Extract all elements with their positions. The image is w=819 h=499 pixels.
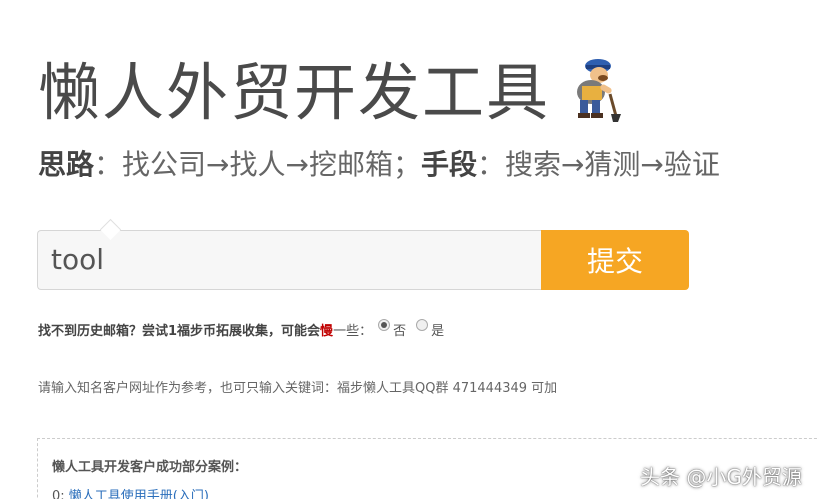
radio-yes-label: 是 [431,324,445,339]
tagline-label-approach: 思路 [38,148,95,181]
submit-button[interactable]: 提交 [541,230,689,290]
search-input-value: tool [51,243,105,276]
page-title: 懒人外贸开发工具 [38,56,551,129]
option-suffix: 一些： [333,324,373,339]
case-index: 0: [52,489,69,499]
tagline-text-means: ：搜索→猜测→验证 [476,148,720,181]
expand-collect-option: 找不到历史邮箱？尝试1福步币拓展收集，可能会慢一些： 否 是 [38,318,448,339]
tagline-text-approach: ：找公司→找人→挖邮箱； [94,148,421,181]
page: 懒人外贸开发工具 思路：找公司→找人→挖邮箱；手段：搜索→猜测→验证 tool … [0,0,819,499]
tagline-label-means: 手段 [420,148,477,181]
tagline: 思路：找公司→找人→挖邮箱；手段：搜索→猜测→验证 [38,148,720,182]
option-slow-word: 慢 [320,324,334,339]
search-input[interactable]: tool [37,230,541,290]
radio-no-label: 否 [393,324,407,339]
case-link[interactable]: 懒人工具使用手册(入门) [69,489,209,499]
list-item: 0: 懒人工具使用手册(入门) [52,485,209,499]
search-form: tool 提交 [37,218,689,290]
digging-worker-icon [577,59,621,122]
input-hint: 请输入知名客户网址作为参考，也可只输入关键词：福步懒人工具QQ群 4714443… [38,381,558,396]
radio-yes[interactable] [416,318,429,331]
radio-no[interactable] [378,318,391,331]
option-prefix: 找不到历史邮箱？尝试1福步币拓展收集，可能会 [38,324,321,339]
cases-title: 懒人工具开发客户成功部分案例： [52,460,248,475]
watermark: 头条 @小G外贸源 [640,465,802,489]
